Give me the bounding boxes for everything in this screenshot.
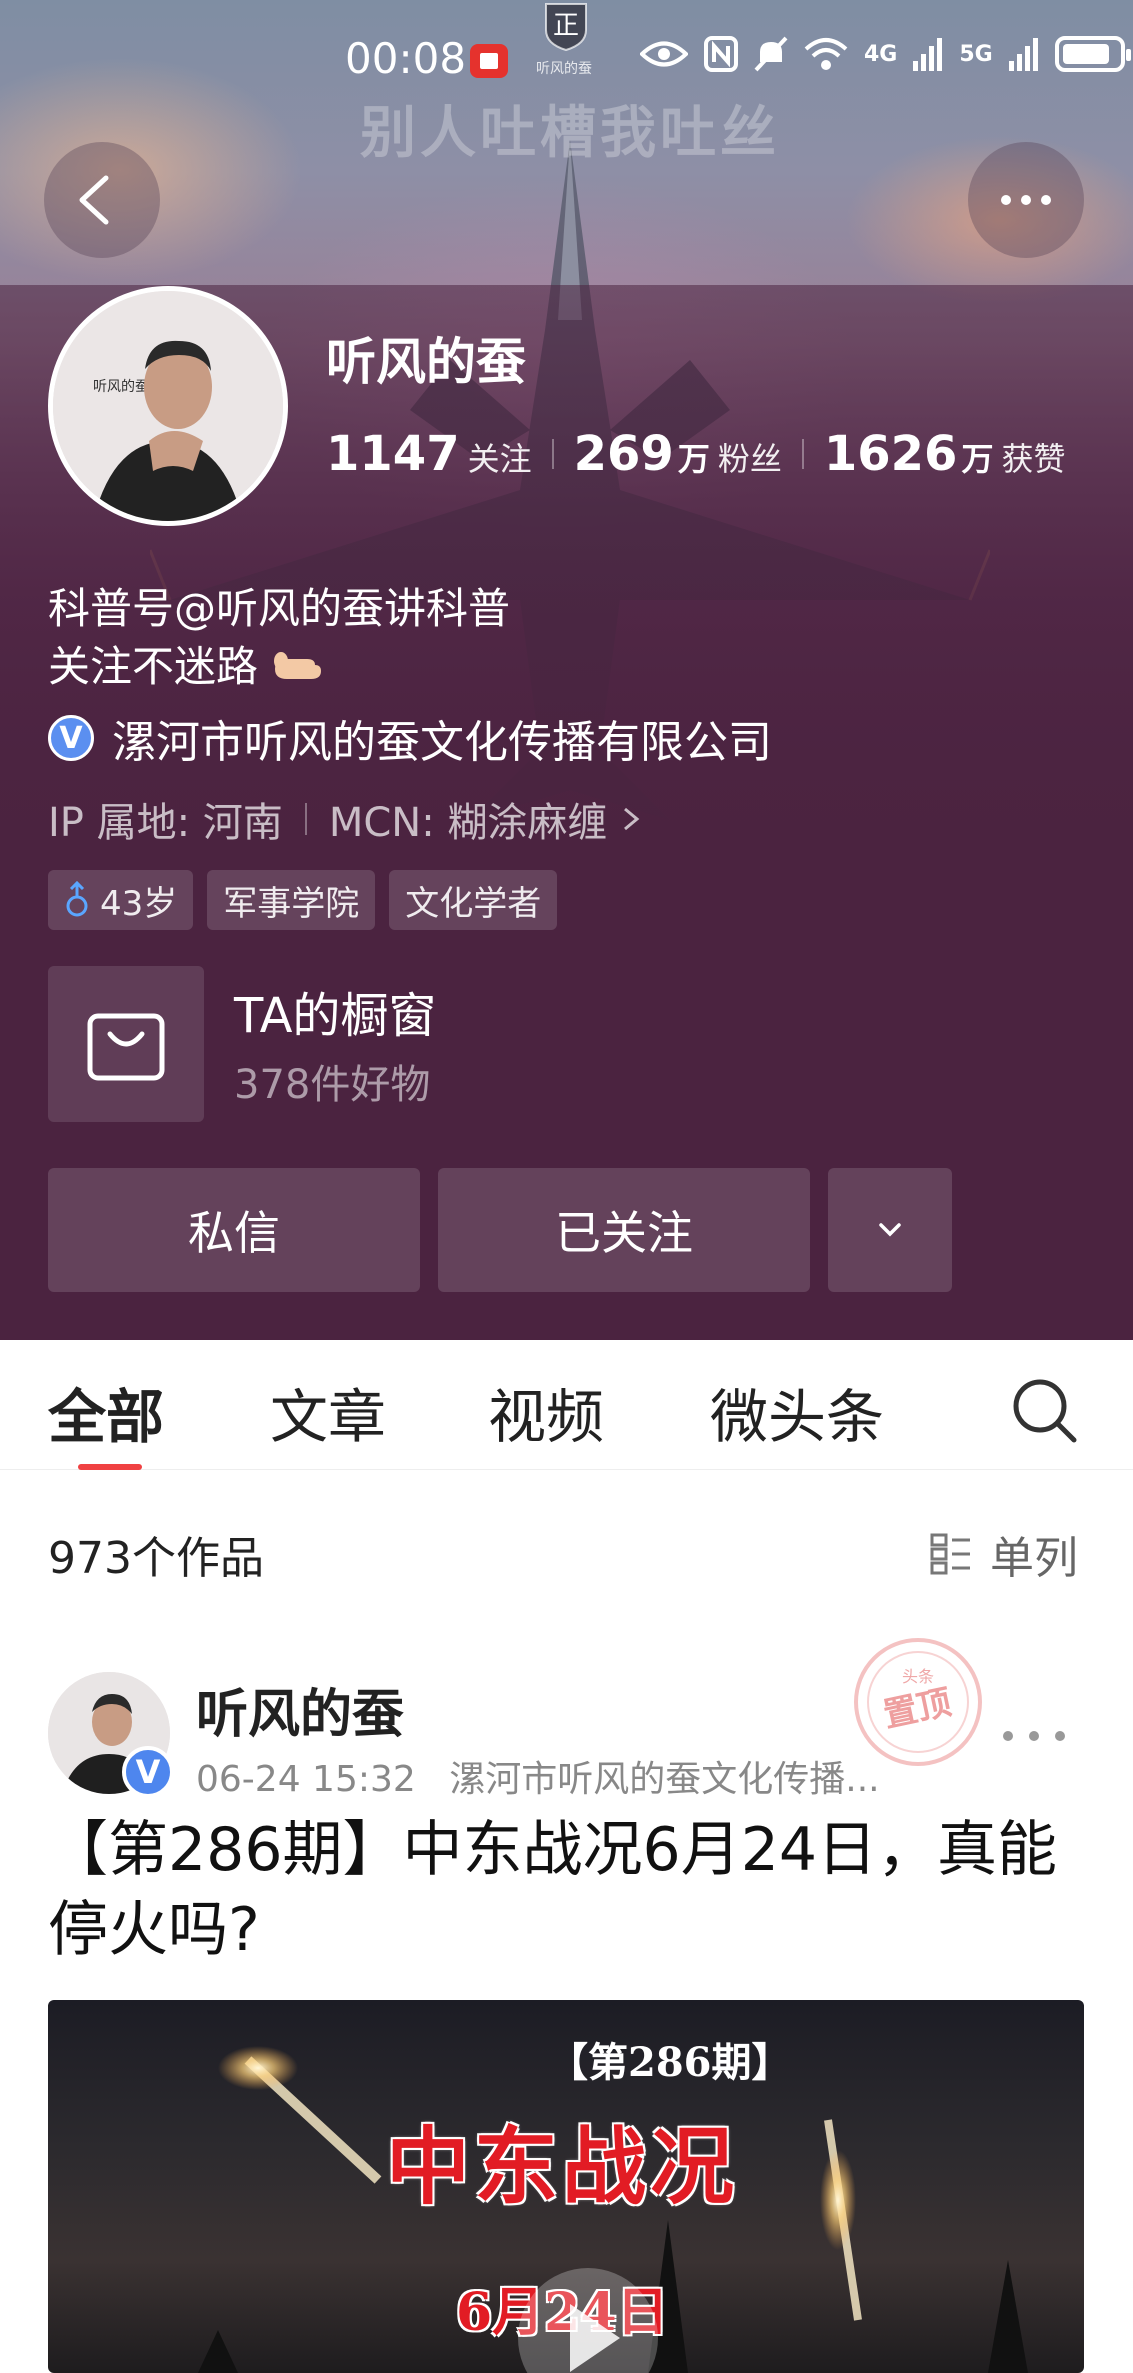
chevron-right-icon[interactable] [619, 801, 643, 837]
list-view-icon [930, 1533, 970, 1575]
tab-all[interactable]: 全部 [48, 1370, 164, 1454]
message-button[interactable]: 私信 [48, 1168, 420, 1292]
profile-name: 听风的蚕 [326, 333, 526, 391]
tag-school-label: 军事学院 [223, 883, 360, 924]
bio-line-2-wrap: 关注不迷路 [48, 638, 510, 696]
more-icon [1003, 1731, 1065, 1741]
recommend-dropdown-button[interactable] [828, 1168, 952, 1292]
post-verified-badge-icon: V [122, 1746, 174, 1798]
status-time: 00:08 [345, 34, 467, 83]
mute-icon [754, 36, 788, 72]
network-5g-indicator: 5G [959, 41, 993, 67]
more-button[interactable] [968, 142, 1084, 258]
fans-label[interactable]: 粉丝 [718, 434, 782, 480]
likes-unit: 万 [961, 440, 994, 478]
shop-icon-box [48, 966, 204, 1122]
eye-icon [640, 41, 688, 67]
tag-school: 军事学院 [207, 870, 376, 930]
svg-text:头条: 头条 [902, 1667, 934, 1686]
fans-unit: 万 [677, 440, 710, 478]
profile-actions: 私信 已关注 [48, 1168, 952, 1292]
shopping-bag-icon [87, 1013, 165, 1081]
profile-avatar[interactable]: 听风的蚕 [48, 286, 288, 526]
profile-stats: 1147 关注 269 万 粉丝 1626 万 获赞 [326, 426, 1065, 482]
verification-row: V 漯河市听风的蚕文化传播有限公司 [48, 706, 772, 770]
nfc-icon [704, 36, 738, 72]
profile-header: 正 听风的蚕 别人吐槽我吐丝 00:08 4G 5G 听风的蚕 听风的蚕 114… [0, 0, 1133, 1340]
bio-line-2: 关注不迷路 [48, 642, 259, 691]
tab-micro-posts[interactable]: 微头条 [710, 1370, 884, 1454]
male-icon [66, 881, 88, 917]
network-4g-indicator: 4G [864, 41, 898, 67]
profile-tags: 43岁 军事学院 文化学者 [48, 870, 558, 930]
bio-line-1: 科普号@听风的蚕讲科普 [48, 584, 511, 633]
mcn-link[interactable]: MCN: 糊涂麻缠 [329, 790, 608, 848]
shop-window-entry[interactable]: TA的橱窗 378件好物 [48, 966, 1088, 1122]
following-count[interactable]: 1147 [326, 426, 460, 482]
meta-divider [304, 803, 307, 835]
thumbnail-title: 中东战况 [386, 2117, 739, 2216]
signal-icon [913, 38, 943, 71]
app-notification-icon [470, 44, 508, 78]
stats-divider [801, 439, 804, 469]
post-author-name[interactable]: 听风的蚕 [196, 1672, 404, 1747]
post-source: 漯河市听风的蚕文化传播... [449, 1759, 880, 1800]
likes-label: 获赞 [1001, 440, 1066, 478]
cover-slogan: 别人吐槽我吐丝 [360, 101, 780, 166]
status-bar: 00:08 4G 5G [0, 26, 1133, 96]
signal-icon-2 [1008, 38, 1038, 71]
content-tabs: 全部 文章 视频 微头条 [0, 1340, 1133, 1470]
chevron-down-icon [879, 1223, 901, 1237]
post-title[interactable]: 【第286期】中东战况6月24日，真能停火吗? [48, 1810, 1088, 1970]
back-button[interactable] [44, 142, 160, 258]
profile-bio: 科普号@听风的蚕讲科普 关注不迷路 [48, 580, 510, 696]
pinned-stamp-icon: 头条 置顶 [854, 1638, 982, 1766]
post-meta: 06-24 15:32 漯河市听风的蚕文化传播... [196, 1750, 880, 1802]
fans-count[interactable]: 269 [574, 426, 674, 482]
svg-text:置顶: 置顶 [880, 1682, 955, 1735]
ip-location: IP 属地: 河南 [48, 800, 283, 846]
view-mode-label: 单列 [990, 1533, 1078, 1584]
profile-meta: IP 属地: 河南 MCN: 糊涂麻缠 [48, 790, 643, 848]
tag-age-label: 43岁 [100, 883, 178, 924]
wifi-icon [804, 38, 848, 70]
post-video-thumbnail[interactable]: 【第286期】 中东战况 6月24日 [48, 2000, 1084, 2373]
tag-age: 43岁 [48, 870, 194, 930]
battery-icon [1054, 36, 1131, 72]
post-time: 06-24 15:32 [196, 1759, 416, 1800]
svg-text:听风的蚕: 听风的蚕 [93, 379, 149, 395]
works-count: 973个作品 [48, 1533, 264, 1584]
more-icon [1001, 195, 1051, 205]
shop-subtitle: 378件好物 [234, 1062, 431, 1108]
view-mode-toggle[interactable]: 单列 [930, 1522, 1078, 1586]
stats-divider [551, 439, 554, 469]
thumbnail-issue-label: 【第286期】 [548, 2039, 792, 2086]
pinned-post[interactable]: V 听风的蚕 06-24 15:32 漯河市听风的蚕文化传播... 头条 置顶 … [0, 1630, 1133, 2373]
status-icons: 4G 5G [640, 36, 1131, 72]
following-label[interactable]: 关注 [468, 434, 532, 480]
follow-button[interactable]: 已关注 [438, 1168, 810, 1292]
tab-articles[interactable]: 文章 [270, 1370, 386, 1454]
verification-text: 漯河市听风的蚕文化传播有限公司 [112, 717, 772, 768]
avatar-portrait: 听风的蚕 [53, 291, 283, 521]
post-more-button[interactable] [1000, 1708, 1070, 1754]
verified-badge-icon: V [48, 715, 94, 761]
call-me-hand-icon [274, 652, 322, 679]
tab-videos[interactable]: 视频 [488, 1370, 604, 1454]
tag-occupation-label: 文化学者 [405, 883, 542, 924]
back-icon [79, 175, 109, 225]
likes-count: 1626 [823, 426, 958, 482]
feed-header: 973个作品 单列 [0, 1470, 1133, 1630]
search-icon[interactable] [1010, 1376, 1080, 1446]
shop-title: TA的橱窗 [234, 988, 437, 1044]
tag-occupation: 文化学者 [389, 870, 558, 930]
